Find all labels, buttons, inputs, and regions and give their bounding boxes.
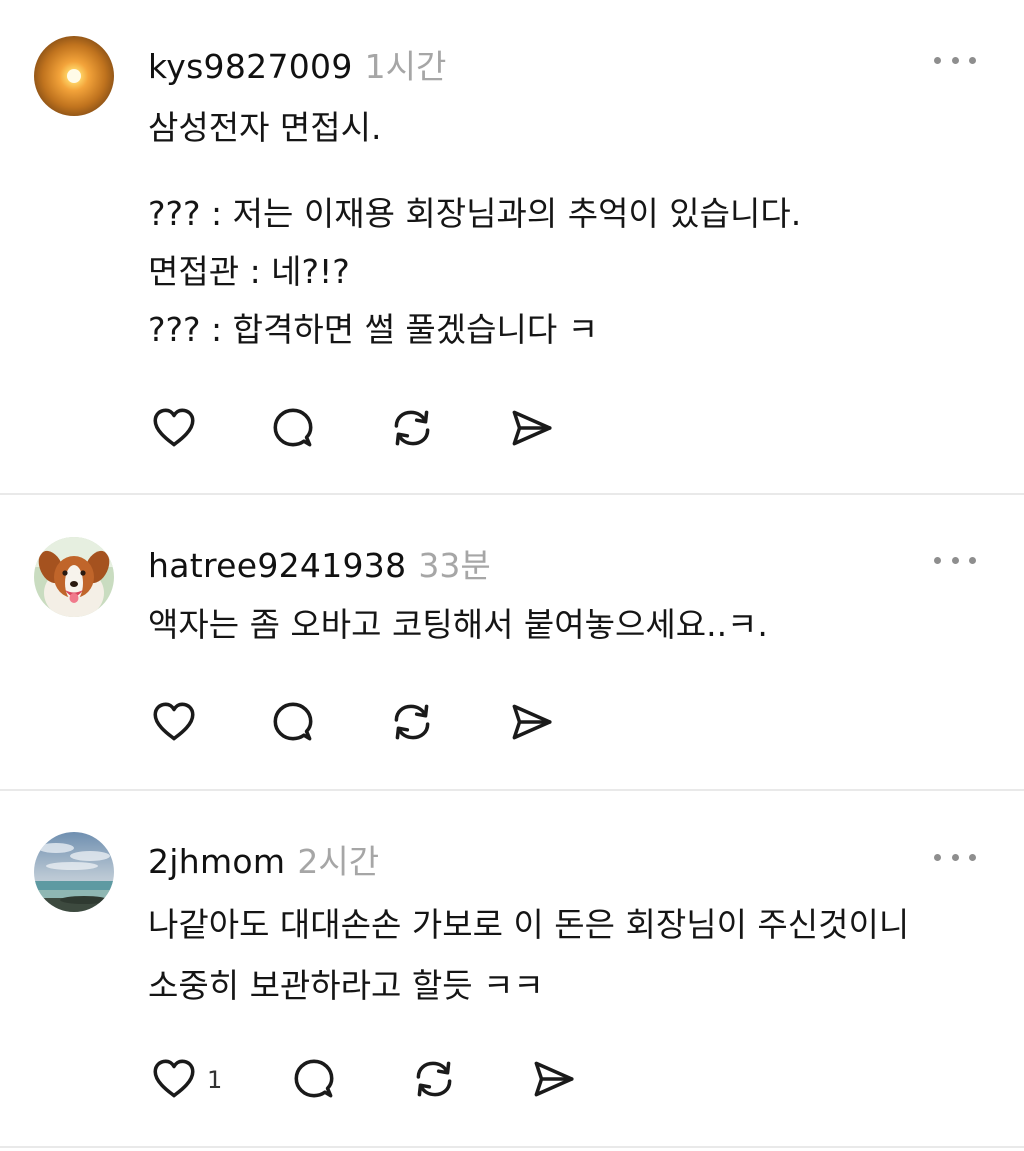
comment-text-line: 액자는 좀 오바고 코팅해서 붙여놓으세요..ㅋ. <box>148 605 768 644</box>
comment-3: 2jhmom 2시간 나같아도 대대손손 가보로 이 돈은 회장님이 주신것이니… <box>0 791 1024 1147</box>
avatar[interactable] <box>34 832 114 912</box>
comment-text-line: ??? : 합격하면 썰 풀겠습니다 ㅋ <box>148 310 599 349</box>
like-button[interactable] <box>148 402 200 454</box>
comment-text-line: 소중히 보관하라고 할듯 ㅋㅋ <box>148 966 544 1005</box>
username[interactable]: kys9827009 <box>148 47 353 86</box>
username[interactable]: 2jhmom <box>148 842 285 881</box>
reply-button[interactable] <box>288 1053 340 1105</box>
username[interactable]: hatree9241938 <box>148 546 406 585</box>
comment-header: hatree9241938 33분 <box>148 539 491 587</box>
repost-icon <box>394 704 430 740</box>
comment-divider <box>0 1146 1024 1148</box>
reply-button[interactable] <box>267 696 319 748</box>
dot-icon <box>951 556 959 564</box>
repost-icon <box>394 410 430 446</box>
comment-2: hatree9241938 33분 액자는 좀 오바고 코팅해서 붙여놓으세요.… <box>0 495 1024 791</box>
speech-bubble-icon <box>273 702 313 741</box>
like-button[interactable] <box>148 696 200 748</box>
speech-bubble-icon <box>294 1059 334 1098</box>
reply-button[interactable] <box>267 402 319 454</box>
like-button[interactable] <box>148 1053 200 1105</box>
dog-avatar-image <box>34 537 114 617</box>
paper-plane-icon <box>534 1061 574 1097</box>
comment-text-line: 면접관 : 네?!? <box>148 252 350 291</box>
repost-icon <box>416 1061 452 1097</box>
comment-header: kys9827009 1시간 <box>148 40 446 88</box>
dot-icon <box>951 853 959 861</box>
comment-text-line: 삼성전자 면접시. <box>148 108 382 147</box>
dot-icon <box>969 853 976 861</box>
comment-header: 2jhmom 2시간 <box>148 835 379 883</box>
more-options-button[interactable] <box>930 548 980 572</box>
share-button[interactable] <box>505 402 557 454</box>
paper-plane-icon <box>512 704 552 740</box>
dot-icon <box>934 556 941 564</box>
more-options-button[interactable] <box>930 48 980 72</box>
comment-text-line: ??? : 저는 이재용 회장님과의 추억이 있습니다. <box>148 194 802 233</box>
comment-1: kys9827009 1시간 삼성전자 면접시. ??? : 저는 이재용 회장… <box>0 0 1024 493</box>
dot-icon <box>969 556 976 564</box>
repost-button[interactable] <box>386 696 438 748</box>
avatar[interactable] <box>34 36 114 116</box>
comment-text-line: 나같아도 대대손손 가보로 이 돈은 회장님이 주신것이니 <box>148 905 910 944</box>
more-options-button[interactable] <box>930 845 980 869</box>
like-count: 1 <box>207 1066 223 1094</box>
dot-icon <box>934 853 941 861</box>
timestamp: 1시간 <box>364 47 447 86</box>
dot-icon <box>934 56 941 64</box>
paper-plane-icon <box>512 410 552 446</box>
share-button[interactable] <box>527 1053 579 1105</box>
timestamp: 2시간 <box>297 842 380 881</box>
dot-icon <box>969 56 976 64</box>
heart-icon <box>153 408 195 447</box>
timestamp: 33분 <box>418 546 491 585</box>
heart-icon <box>153 1059 195 1098</box>
sea-avatar-image <box>34 832 114 912</box>
repost-button[interactable] <box>386 402 438 454</box>
sunset-avatar-image <box>34 36 114 116</box>
comment-feed: kys9827009 1시간 삼성전자 면접시. ??? : 저는 이재용 회장… <box>0 0 1024 1151</box>
heart-icon <box>153 702 195 741</box>
speech-bubble-icon <box>273 408 313 447</box>
avatar[interactable] <box>34 537 114 617</box>
repost-button[interactable] <box>408 1053 460 1105</box>
dot-icon <box>951 56 959 64</box>
share-button[interactable] <box>505 696 557 748</box>
